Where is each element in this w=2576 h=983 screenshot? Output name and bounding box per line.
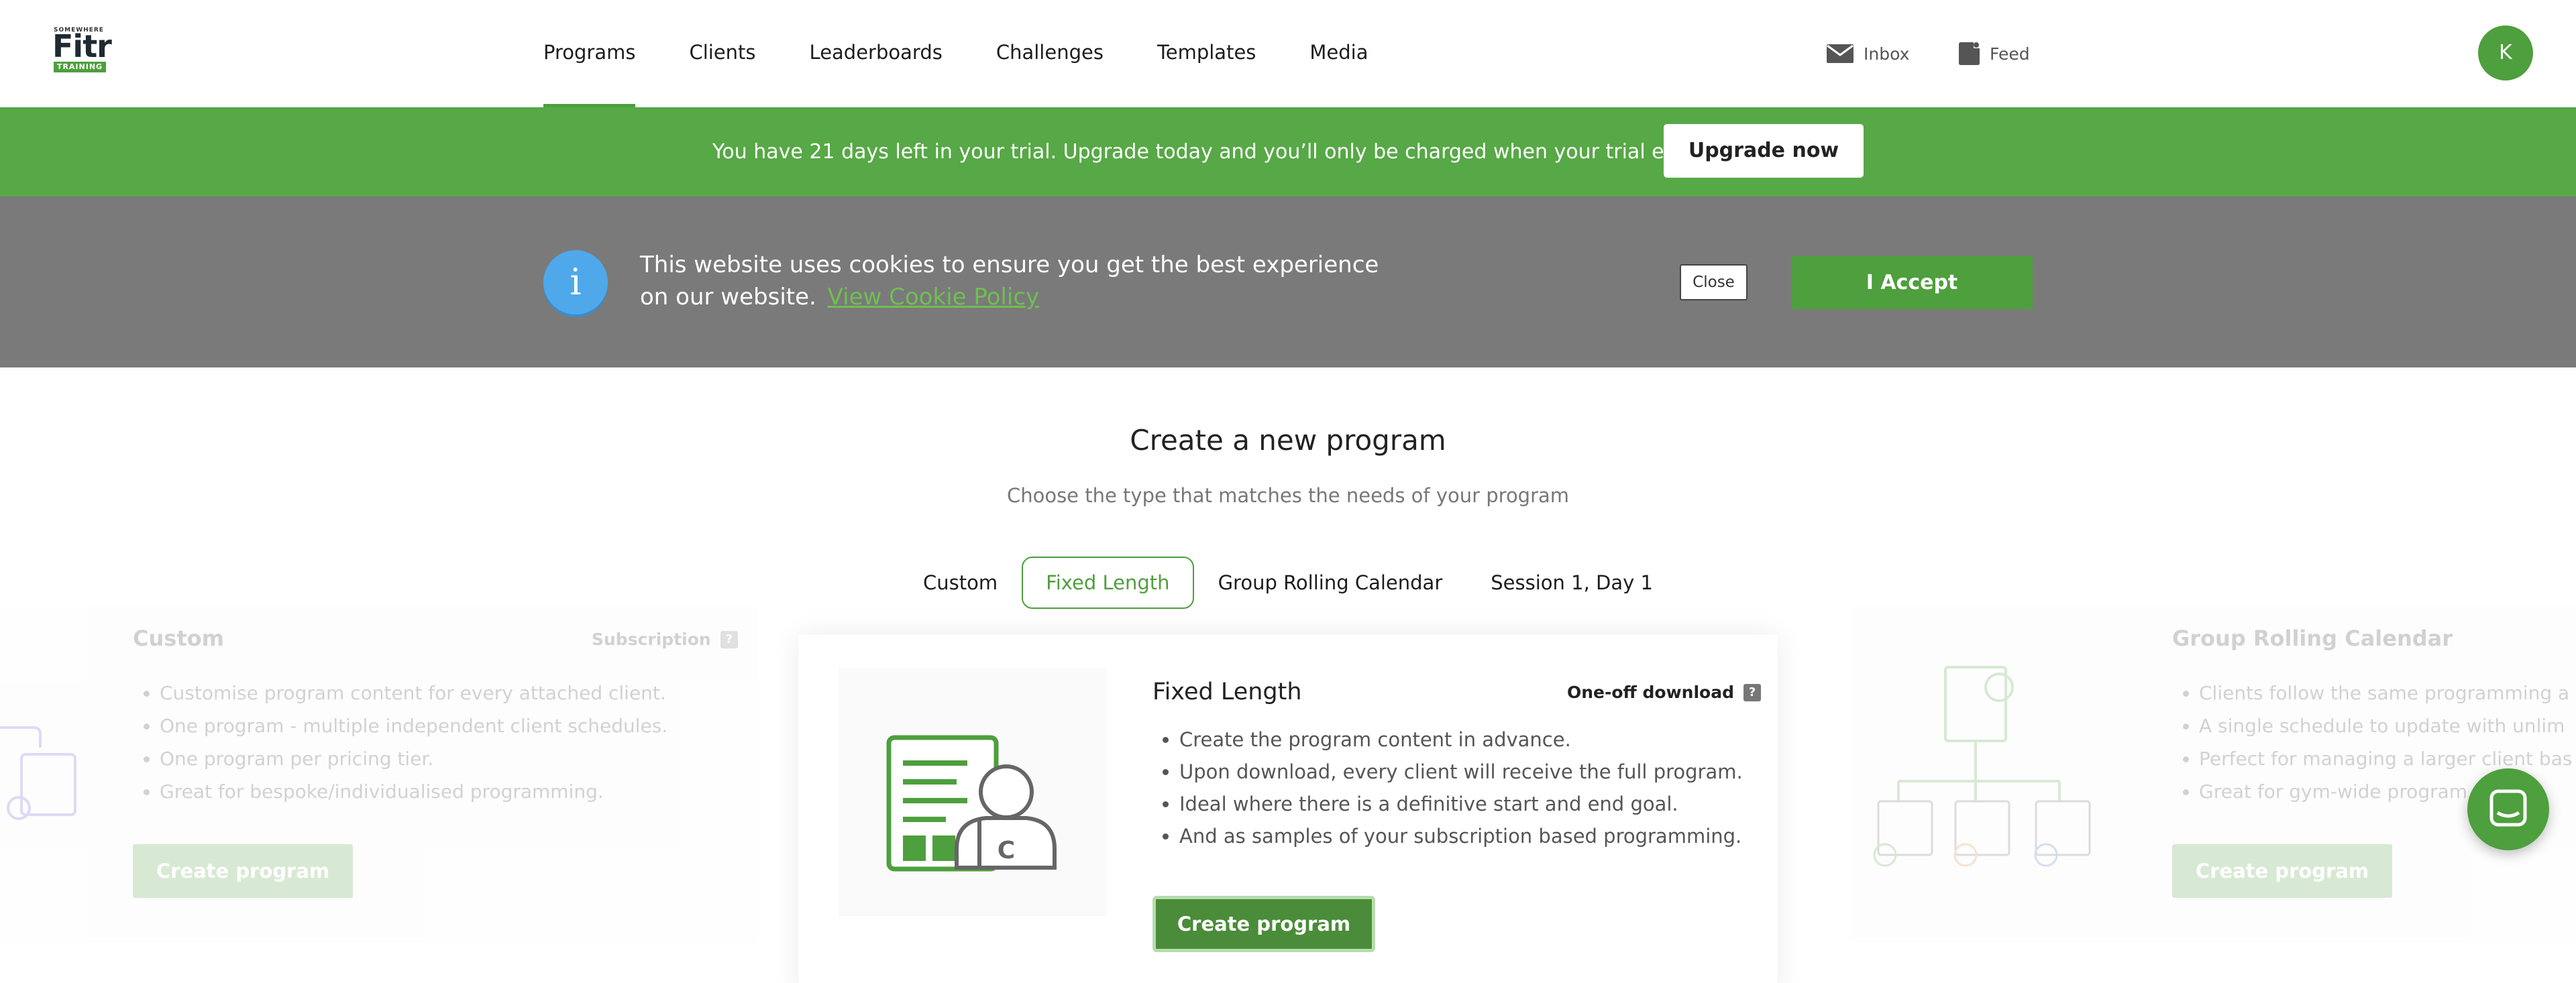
nav-tab-leaderboards[interactable]: Leaderboards — [810, 0, 943, 107]
inbox-label: Inbox — [1864, 44, 1910, 64]
type-tab-group-rolling-calendar[interactable]: Group Rolling Calendar — [1194, 557, 1467, 609]
type-tab-fixed-length[interactable]: Fixed Length — [1022, 557, 1194, 609]
list-item: Upon download, every client will receive… — [1179, 760, 1743, 783]
page-title: Create a new program — [1130, 424, 1446, 457]
custom-card-badge: Subscription ? — [592, 630, 738, 649]
fixed-length-illustration: C — [839, 668, 1107, 916]
list-item: A single schedule to update with unlim — [2199, 715, 2572, 737]
list-item: Great for bespoke/individualised program… — [160, 780, 667, 803]
custom-program-card: Custom Subscription ? Customise program … — [0, 607, 758, 942]
cookie-banner: i This website uses cookies to ensure yo… — [0, 196, 2576, 367]
list-item: Customise program content for every atta… — [160, 682, 667, 704]
fixed-card-points: Create the program content in advance. U… — [1179, 728, 1743, 857]
nav-tab-media[interactable]: Media — [1309, 0, 1368, 107]
user-avatar[interactable]: K — [2478, 25, 2533, 80]
page-subtitle: Choose the type that matches the needs o… — [1006, 484, 1570, 507]
list-item: Ideal where there is a definitive start … — [1179, 793, 1743, 815]
chat-launcher-button[interactable] — [2467, 768, 2549, 850]
fixed-card-badge: One-off download ? — [1567, 683, 1761, 702]
type-tab-session-1-day-1[interactable]: Session 1, Day 1 — [1466, 557, 1677, 609]
envelope-icon — [1827, 44, 1854, 63]
cookie-accept-button[interactable]: I Accept — [1791, 256, 2033, 309]
cookie-close-button[interactable]: Close — [1680, 264, 1748, 300]
top-navigation: SOMEWHERE Fitr TRAINING Programs Clients… — [0, 0, 2576, 107]
logo-wordmark: Fitr — [52, 28, 112, 64]
trial-message: You have 21 days left in your trial. Upg… — [712, 140, 1707, 164]
type-tab-custom[interactable]: Custom — [899, 557, 1022, 609]
fixed-card-title: Fixed Length — [1152, 679, 1302, 705]
nav-tab-templates[interactable]: Templates — [1157, 0, 1256, 107]
list-item: Create the program content in advance. — [1179, 728, 1743, 751]
svg-text:C: C — [998, 837, 1015, 864]
list-item: And as samples of your subscription base… — [1179, 825, 1743, 848]
inbox-link[interactable]: Inbox — [1826, 43, 1909, 64]
nav-tab-programs[interactable]: Programs — [543, 0, 636, 107]
nav-tab-challenges[interactable]: Challenges — [996, 0, 1104, 107]
custom-card-title: Custom — [133, 626, 224, 651]
chat-icon — [2489, 789, 2527, 827]
subscription-label: Subscription — [592, 630, 711, 649]
custom-create-program-button[interactable]: Create program — [133, 844, 353, 898]
feed-label: Feed — [1990, 44, 2030, 64]
list-item: Clients follow the same programming a — [2199, 682, 2572, 704]
list-item: Perfect for managing a larger client bas — [2199, 748, 2572, 770]
fixed-create-program-button[interactable]: Create program — [1152, 896, 1375, 952]
nav-tab-clients[interactable]: Clients — [689, 0, 755, 107]
list-item: One program - multiple independent clien… — [160, 715, 667, 737]
upgrade-now-button[interactable]: Upgrade now — [1664, 124, 1864, 178]
one-off-download-label: One-off download — [1567, 683, 1734, 702]
group-calendar-illustration — [1873, 666, 2091, 867]
logo-tag: TRAINING — [54, 62, 106, 72]
group-create-program-button[interactable]: Create program — [2172, 844, 2392, 898]
program-type-tabs: Custom Fixed Length Group Rolling Calend… — [0, 557, 2576, 609]
inbox-link-wrap: Inbox — [1826, 0, 1909, 107]
program-document-icon: C — [886, 735, 1057, 872]
list-item: One program per pricing tier. — [160, 748, 667, 770]
help-icon[interactable]: ? — [1743, 683, 1761, 701]
fitr-logo[interactable]: SOMEWHERE Fitr TRAINING — [52, 27, 112, 72]
custom-program-illustration — [0, 726, 76, 820]
fixed-length-program-card: C Fixed Length One-off download ? Create… — [798, 634, 1778, 983]
group-card-title: Group Rolling Calendar — [2172, 626, 2453, 651]
info-icon: i — [543, 250, 608, 314]
feed-link-wrap: Feed — [1957, 0, 2030, 107]
trial-banner: You have 21 days left in your trial. Upg… — [0, 107, 2576, 196]
custom-card-points: Customise program content for every atta… — [133, 682, 667, 813]
view-cookie-policy-link[interactable]: View Cookie Policy — [828, 284, 1040, 310]
help-icon[interactable]: ? — [720, 630, 738, 648]
main-nav-tabs: Programs Clients Leaderboards Challenges… — [543, 0, 1422, 107]
feed-icon — [1959, 42, 1980, 65]
cookie-message-block: This website uses cookies to ensure you … — [640, 249, 1391, 313]
feed-link[interactable]: Feed — [1957, 42, 2030, 66]
